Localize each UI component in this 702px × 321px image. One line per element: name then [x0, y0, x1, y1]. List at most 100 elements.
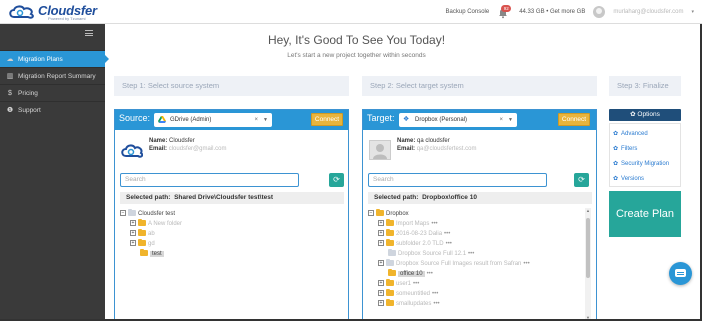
target-tree-scrollbar[interactable]: ▲ ▼	[585, 208, 591, 320]
more-icon[interactable]: •••	[432, 291, 438, 297]
more-icon[interactable]: •••	[427, 271, 433, 277]
user-avatar[interactable]	[593, 6, 606, 18]
expand-icon[interactable]: +	[378, 240, 384, 247]
options-list: ✿ Advanced ✿ Filters ✿ Security Migration ✿…	[609, 123, 681, 187]
expand-icon[interactable]: +	[378, 300, 384, 307]
source-search-input[interactable]: Search	[120, 173, 299, 187]
tree-node-label: Dropbox Source Full Images result from S…	[396, 261, 522, 267]
dollar-icon: $	[8, 90, 12, 97]
target-name-value: qa cloudsfer	[417, 138, 450, 144]
target-refresh-button[interactable]: ⟳	[574, 173, 589, 187]
backup-console-link[interactable]: Backup Console	[446, 9, 490, 15]
page-subtitle: Let's start a new project together withi…	[287, 52, 426, 59]
tree-node[interactable]: + someuntitled •••	[378, 289, 438, 299]
hamburger-menu-icon[interactable]	[85, 30, 93, 36]
target-panel: Target: ❖ Dropbox (Personal) × ▼ Connect…	[362, 109, 597, 321]
target-connect-button[interactable]: Connect	[558, 113, 590, 126]
expand-icon[interactable]: +	[378, 280, 384, 287]
refresh-icon: ⟳	[578, 175, 585, 184]
tree-node-selected[interactable]: test	[140, 249, 164, 259]
expand-icon[interactable]: +	[378, 230, 384, 237]
tree-node[interactable]: + smallupdates •••	[378, 299, 440, 309]
chevron-down-icon[interactable]: ▾	[691, 9, 694, 15]
tree-node[interactable]: + Import Maps •••	[378, 219, 438, 229]
tree-node[interactable]: + gd	[130, 239, 155, 249]
chevron-down-icon[interactable]: ▼	[508, 113, 513, 127]
source-selected-path: Selected path: Shared Drive\Cloudsfer te…	[120, 192, 344, 204]
tree-node[interactable]: − Cloudsfer test	[120, 209, 175, 219]
more-icon[interactable]: •••	[444, 231, 450, 237]
source-refresh-button[interactable]: ⟳	[329, 173, 344, 187]
user-email[interactable]: murlaharg@cloudsfer.com	[613, 9, 683, 15]
notifications[interactable]: 92	[497, 5, 512, 19]
option-label: Security Migration	[621, 161, 670, 167]
chat-widget-button[interactable]	[669, 262, 692, 285]
target-system-select[interactable]: ❖ Dropbox (Personal) × ▼	[399, 113, 517, 127]
expand-icon[interactable]: +	[130, 220, 136, 227]
more-icon[interactable]: •••	[433, 301, 439, 307]
cloudsfer-logo[interactable]: Cloudsfer Powered by Tzunami	[8, 3, 108, 21]
brand-subtitle: Powered by Tzunami	[48, 16, 86, 21]
expand-icon[interactable]: +	[130, 230, 136, 237]
more-icon[interactable]: •••	[413, 281, 419, 287]
tree-node[interactable]: Dropbox Source Full 12.1 •••	[388, 249, 474, 259]
notification-badge: 92	[501, 5, 512, 12]
expand-icon[interactable]: +	[378, 290, 384, 297]
tree-node[interactable]: − Dropbox	[368, 209, 409, 219]
folder-icon	[386, 289, 394, 297]
tree-node[interactable]: +2016-08-23 Dalia •••	[378, 229, 450, 239]
option-security-migration[interactable]: ✿ Security Migration	[613, 160, 669, 167]
sidebar-item-support[interactable]: ❶ Support	[0, 101, 105, 118]
tree-node[interactable]: + subfolder 2.0 TLD •••	[378, 239, 452, 249]
gear-icon: ✿	[613, 176, 619, 182]
expand-icon[interactable]: +	[130, 240, 136, 247]
more-icon[interactable]: •••	[468, 251, 474, 257]
target-email-value: qa@cloudsfertest.com	[416, 146, 477, 152]
scrollbar-thumb[interactable]	[586, 218, 590, 278]
collapse-icon[interactable]: −	[368, 210, 374, 217]
more-icon[interactable]: •••	[523, 261, 529, 267]
sidebar-item-label: Migration Plans	[18, 56, 63, 63]
tree-node-label: office 10	[398, 271, 425, 277]
tree-node-label: someuntitled	[396, 291, 431, 297]
cloudsfer-account-icon	[121, 144, 143, 158]
option-versions[interactable]: ✿ Versions	[613, 175, 644, 182]
create-plan-button[interactable]: Create Plan	[609, 191, 681, 237]
collapse-icon[interactable]: −	[120, 210, 126, 217]
clear-icon[interactable]: ×	[254, 113, 258, 127]
top-nav: Backup Console 92 44.33 GB • Get more GB…	[446, 0, 694, 24]
sidebar-item-pricing[interactable]: $ Pricing	[0, 84, 105, 101]
tree-node-label: A New folder	[148, 221, 183, 227]
source-panel: Source: GDrive (Admin) × ▼ Connect Name:…	[114, 109, 349, 321]
source-connect-button[interactable]: Connect	[311, 113, 343, 126]
chevron-down-icon[interactable]: ▼	[263, 113, 268, 127]
cloud-icon: ☁	[6, 56, 14, 63]
options-button[interactable]: ✿ Options	[609, 109, 681, 121]
more-icon[interactable]: •••	[446, 241, 452, 247]
expand-icon[interactable]: +	[378, 260, 384, 267]
option-advanced[interactable]: ✿ Advanced	[613, 130, 648, 137]
clear-icon[interactable]: ×	[499, 113, 503, 127]
tree-node[interactable]: + ab	[130, 229, 155, 239]
tree-node-selected[interactable]: office 10 •••	[388, 269, 433, 279]
step-2-header: Step 2: Select target system	[362, 76, 597, 96]
target-path-value: Dropbox\office 10	[422, 194, 477, 201]
folder-icon	[386, 219, 394, 227]
scroll-up-icon[interactable]: ▲	[585, 208, 591, 213]
tree-node[interactable]: + user1 •••	[378, 279, 419, 289]
sidebar-item-migration-plans[interactable]: ☁ Migration Plans	[0, 50, 109, 67]
storage-info[interactable]: 44.33 GB • Get more GB	[519, 9, 585, 15]
cloud-logo-icon	[9, 5, 34, 19]
option-filters[interactable]: ✿ Filters	[613, 145, 637, 152]
tree-node[interactable]: + Dropbox Source Full Images result from …	[378, 259, 530, 269]
more-icon[interactable]: •••	[431, 221, 437, 227]
target-email-label: Email:	[397, 146, 416, 152]
source-system-value: GDrive (Admin)	[170, 117, 212, 123]
target-search-input[interactable]: Search	[368, 173, 547, 187]
tree-node[interactable]: + A New folder	[130, 219, 183, 229]
sidebar-item-label: Migration Report Summary	[18, 73, 96, 80]
sidebar-item-migration-report-summary[interactable]: ▥ Migration Report Summary	[0, 67, 105, 84]
folder-icon	[388, 269, 396, 277]
expand-icon[interactable]: +	[378, 220, 384, 227]
source-system-select[interactable]: GDrive (Admin) × ▼	[154, 113, 272, 127]
